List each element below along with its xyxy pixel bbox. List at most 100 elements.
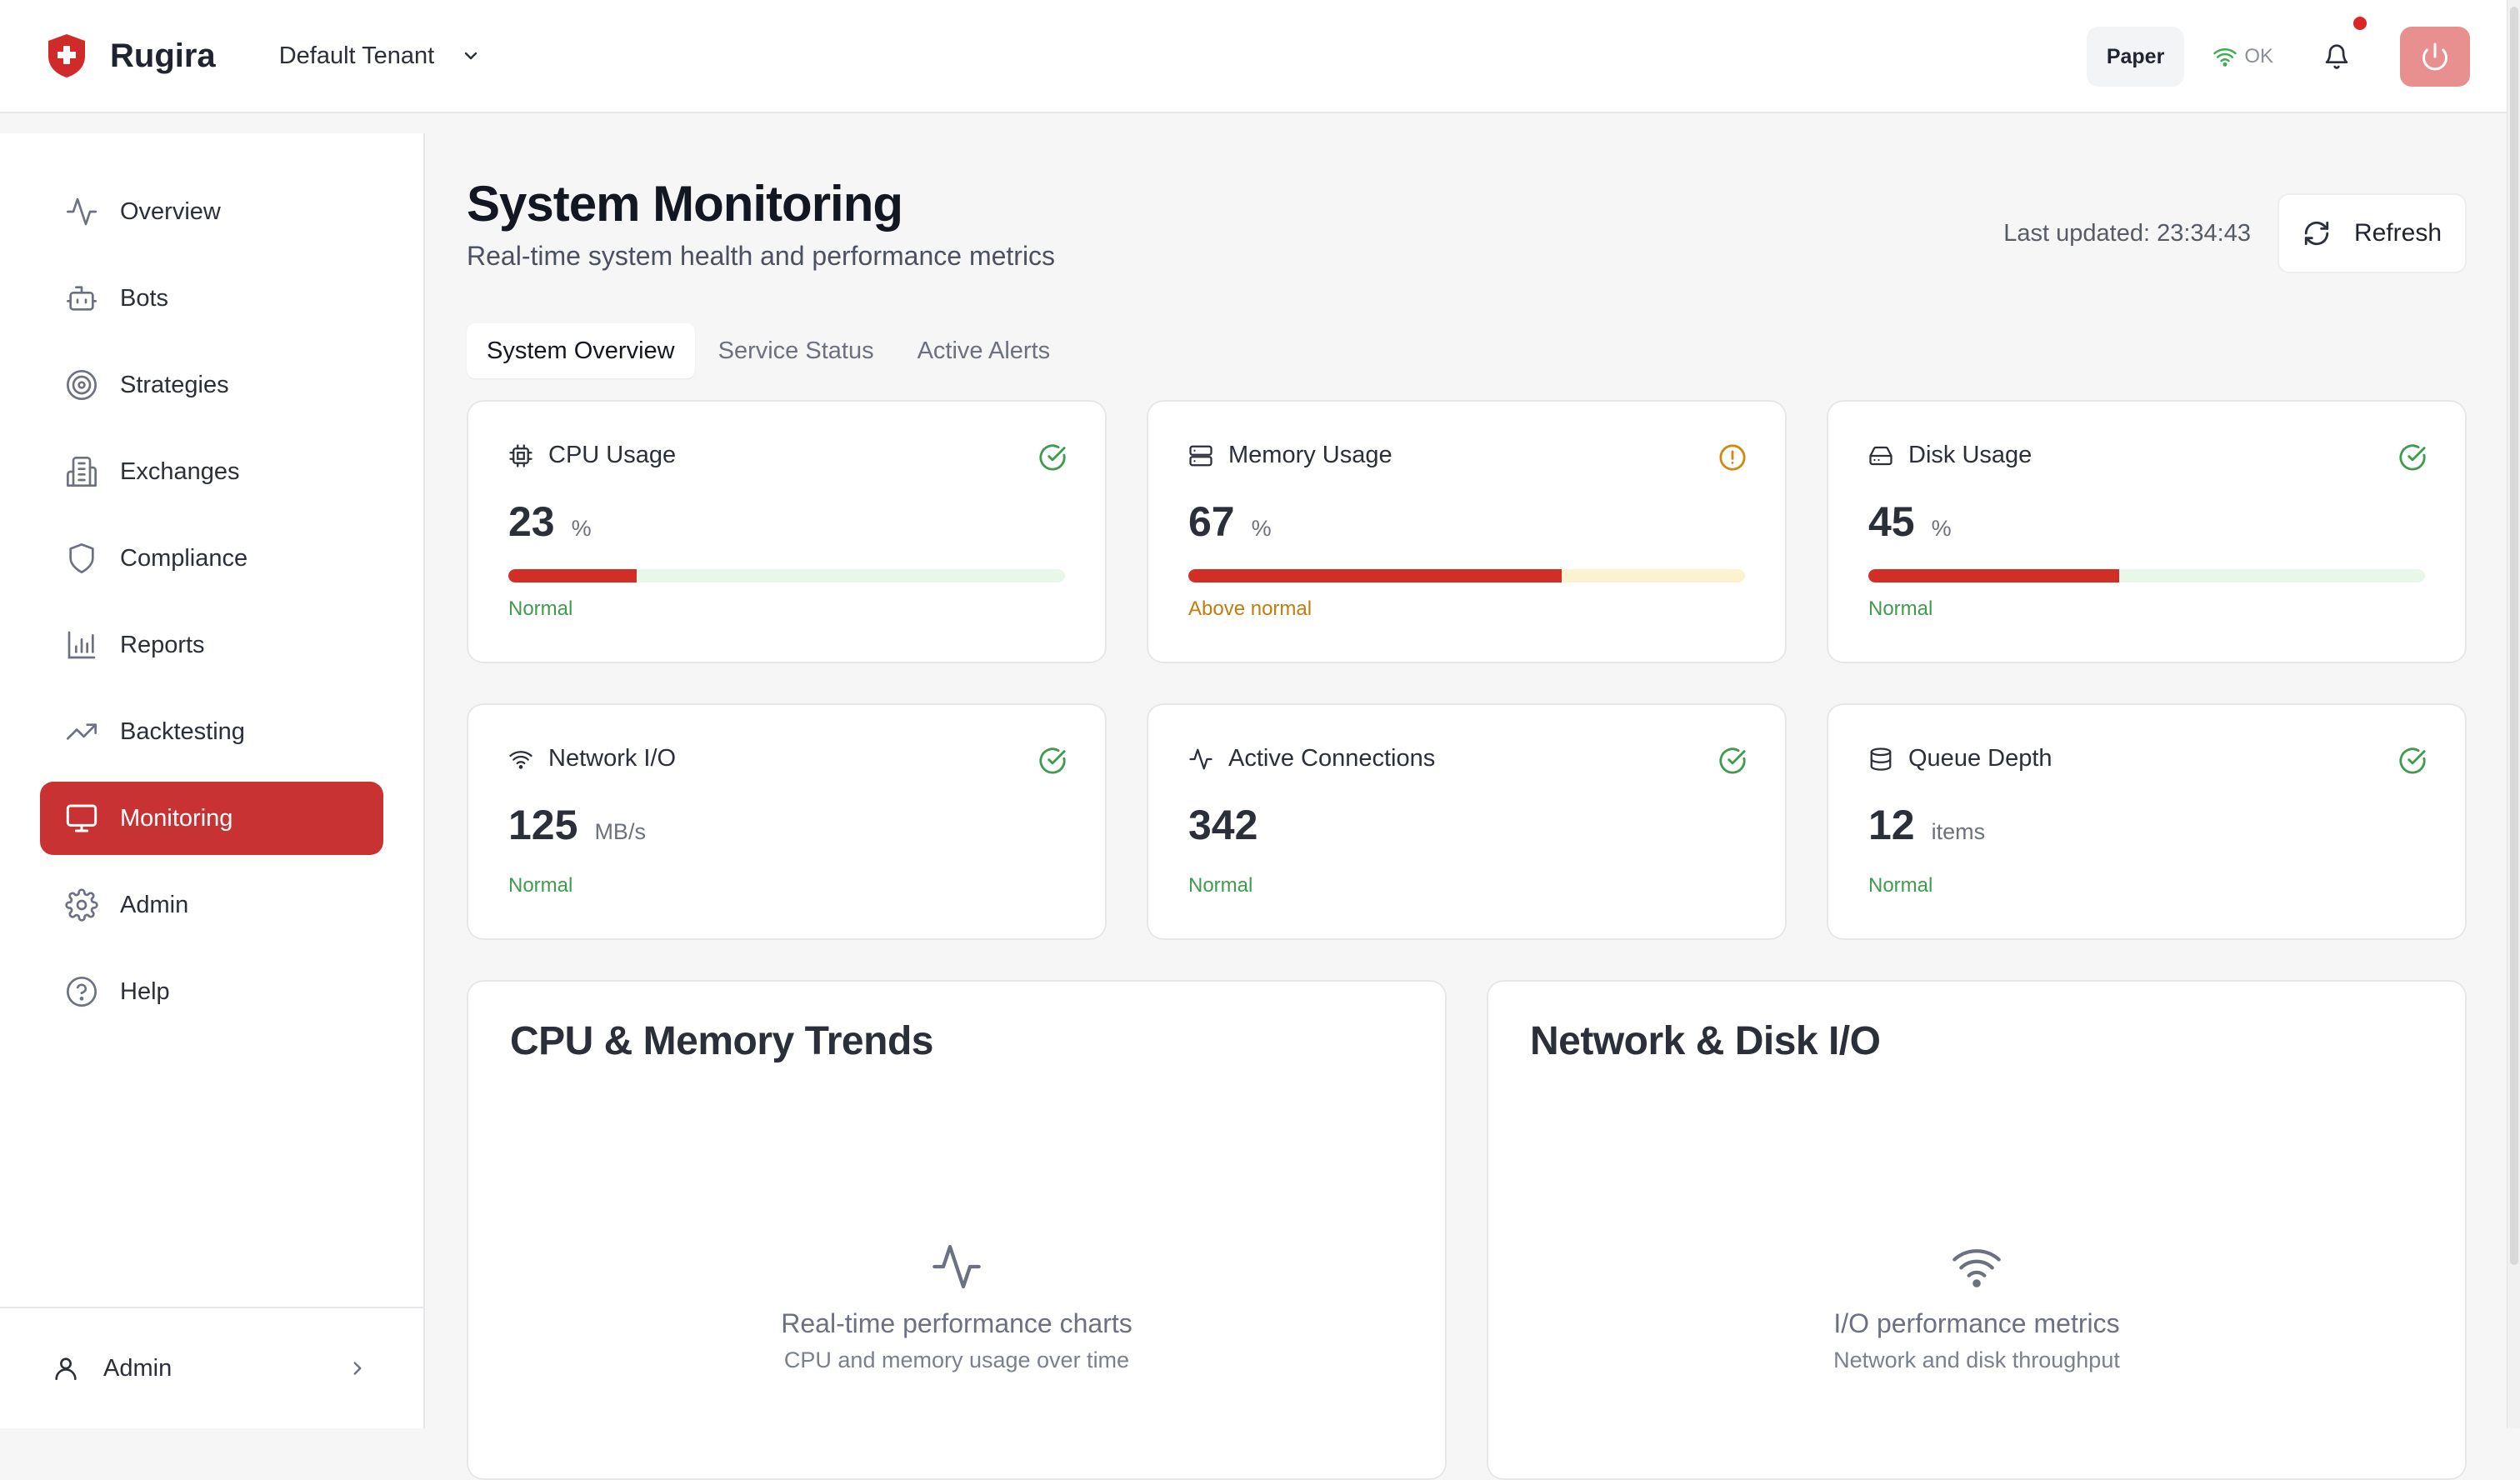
- logout-button[interactable]: [2400, 27, 2470, 87]
- check-circle-icon: [1719, 748, 1746, 774]
- usage-progress-fill: [1188, 569, 1562, 582]
- wifi-icon: [1952, 1249, 2001, 1288]
- sidebar-item-label: Backtesting: [120, 718, 245, 745]
- usage-progress-bar: [1188, 569, 1745, 582]
- metric-card-queue: Queue Depth 12 items Normal: [1827, 703, 2467, 940]
- chart-card-cpu-memory: CPU & Memory Trends Real-time performanc…: [467, 980, 1447, 1480]
- trending-up-icon: [67, 723, 97, 740]
- metric-status: Normal: [1868, 598, 1933, 620]
- usage-progress-bar: [1868, 569, 2425, 582]
- shield-logo-icon: [48, 34, 85, 78]
- metric-value: 342: [1188, 802, 1258, 848]
- activity-icon: [932, 1244, 981, 1289]
- sidebar-item-label: Monitoring: [120, 804, 233, 832]
- placeholder-subtitle: Network and disk throughput: [1833, 1348, 2120, 1372]
- chart-title: CPU & Memory Trends: [510, 1019, 933, 1063]
- sidebar-item-compliance[interactable]: Compliance: [40, 522, 383, 595]
- sidebar-item-overview[interactable]: Overview: [40, 175, 383, 248]
- chart-placeholder: Real-time performance charts CPU and mem…: [468, 1240, 1445, 1373]
- trading-mode-button[interactable]: Paper: [2086, 27, 2185, 87]
- bar-chart-icon: [68, 631, 96, 659]
- metric-value: 45: [1868, 498, 1915, 545]
- usage-progress-bar: [508, 569, 1065, 582]
- sidebar-item-reports[interactable]: Reports: [40, 608, 383, 682]
- sidebar-nav: Overview Bots Strategies Exchanges Compl…: [0, 133, 423, 1028]
- app-name: Rugira: [110, 37, 216, 74]
- check-circle-icon: [2399, 748, 2426, 774]
- user-name: Admin: [103, 1354, 172, 1382]
- sidebar-item-label: Help: [120, 978, 170, 1005]
- check-circle-icon: [2399, 444, 2426, 471]
- sidebar-item-backtesting[interactable]: Backtesting: [40, 695, 383, 768]
- bell-icon: [2325, 44, 2348, 69]
- database-icon: [1870, 747, 1892, 771]
- building-icon: [67, 457, 97, 487]
- sidebar-item-strategies[interactable]: Strategies: [40, 348, 383, 422]
- sidebar-item-label: Strategies: [120, 371, 229, 398]
- chart-placeholder: I/O performance metrics Network and disk…: [1488, 1240, 2465, 1373]
- usage-progress-fill: [508, 569, 637, 582]
- refresh-button[interactable]: Refresh: [2277, 193, 2467, 273]
- last-updated-text: Last updated: 23:34:43: [2003, 219, 2251, 247]
- connection-status-label: OK: [2244, 45, 2273, 68]
- notifications-button[interactable]: [2320, 17, 2367, 73]
- tab-list: System Overview Service Status Active Al…: [467, 323, 2467, 378]
- page-scrollbar[interactable]: [2507, 0, 2520, 1428]
- metric-status: Normal: [1868, 874, 1933, 897]
- metric-label: Active Connections: [1228, 745, 1436, 772]
- tab-system-overview[interactable]: System Overview: [467, 323, 695, 378]
- placeholder-title: I/O performance metrics: [1833, 1308, 2120, 1338]
- top-header: Rugira Default Tenant Paper OK: [0, 0, 2507, 113]
- hard-drive-icon: [1869, 446, 1892, 465]
- monitor-icon: [66, 804, 98, 832]
- metric-status: Normal: [1188, 874, 1253, 897]
- activity-icon: [67, 198, 97, 226]
- sidebar-item-label: Exchanges: [120, 458, 240, 485]
- metric-status: Normal: [508, 598, 573, 620]
- metric-label: Disk Usage: [1908, 442, 2032, 468]
- metric-unit: %: [1251, 516, 1272, 541]
- metric-label: Network I/O: [548, 745, 677, 772]
- bot-icon: [67, 286, 97, 311]
- main-content: System Monitoring Real-time system healt…: [467, 133, 2467, 1480]
- metric-card-network: Network I/O 125 MB/s Normal: [467, 703, 1107, 940]
- metric-unit: MB/s: [594, 819, 646, 844]
- metric-card-disk: Disk Usage 45% Normal: [1827, 400, 2467, 663]
- metric-label: Queue Depth: [1908, 745, 2052, 772]
- chart-title: Network & Disk I/O: [1530, 1019, 1881, 1063]
- metric-unit: %: [1931, 516, 1952, 541]
- tab-service-status[interactable]: Service Status: [698, 323, 894, 378]
- check-circle-icon: [1039, 444, 1066, 471]
- tab-active-alerts[interactable]: Active Alerts: [898, 323, 1071, 378]
- metric-value: 125: [508, 802, 578, 848]
- sidebar-item-exchanges[interactable]: Exchanges: [40, 435, 383, 508]
- target-icon: [67, 370, 97, 400]
- chevron-right-icon: [353, 1362, 362, 1375]
- brand[interactable]: Rugira: [45, 32, 216, 79]
- tenant-label: Default Tenant: [278, 42, 435, 69]
- activity-icon: [1189, 748, 1212, 769]
- sidebar-item-label: Admin: [120, 891, 189, 918]
- usage-progress-fill: [1868, 569, 2119, 582]
- user-menu[interactable]: Admin: [0, 1307, 423, 1428]
- tenant-selector[interactable]: Default Tenant: [279, 42, 482, 70]
- metric-value: 23: [508, 498, 555, 545]
- sidebar-item-bots[interactable]: Bots: [40, 262, 383, 335]
- metric-value: 67: [1188, 498, 1235, 545]
- scrollbar-thumb[interactable]: [2510, 7, 2518, 1265]
- metric-card-memory: Memory Usage 67% Above normal: [1147, 400, 1787, 663]
- metrics-grid: CPU Usage 23% Normal Memory Usage 67% Ab…: [467, 400, 2467, 940]
- sidebar-item-monitoring[interactable]: Monitoring: [40, 782, 383, 855]
- user-icon: [55, 1358, 77, 1381]
- cpu-icon: [509, 443, 532, 468]
- sidebar-item-label: Compliance: [120, 544, 248, 572]
- metric-status: Normal: [508, 874, 573, 897]
- metric-unit: items: [1931, 819, 1986, 844]
- chart-card-network-disk: Network & Disk I/O I/O performance metri…: [1487, 980, 2467, 1480]
- sidebar-item-help[interactable]: Help: [40, 955, 383, 1028]
- placeholder-subtitle: CPU and memory usage over time: [783, 1348, 1130, 1372]
- power-icon: [2422, 42, 2448, 71]
- sidebar-item-admin[interactable]: Admin: [40, 868, 383, 942]
- metric-label: Memory Usage: [1228, 442, 1392, 468]
- wifi-icon: [509, 750, 532, 769]
